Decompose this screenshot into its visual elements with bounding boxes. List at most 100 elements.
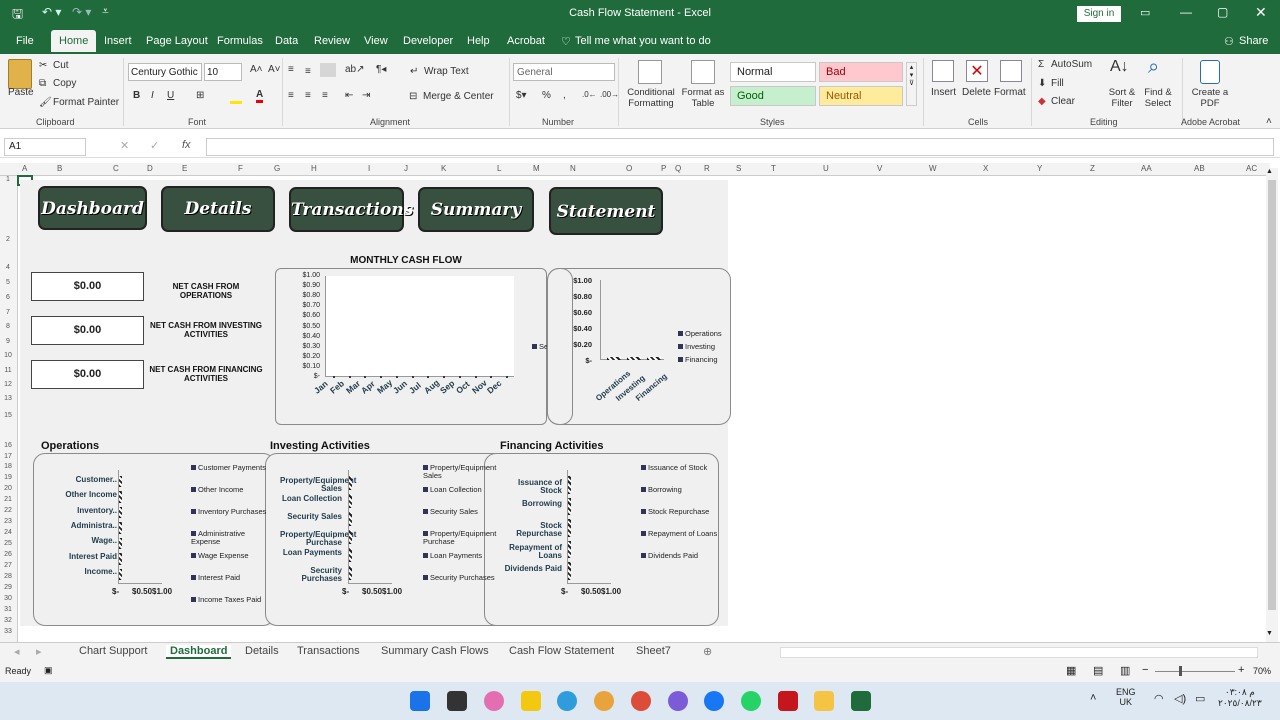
- function-icon[interactable]: fx: [182, 139, 191, 151]
- font-name-select[interactable]: Century Gothic: [128, 63, 202, 81]
- styles-scroll-icon[interactable]: ▴ ▾ ⊽: [906, 62, 917, 106]
- tab-sheet7[interactable]: Sheet7: [636, 645, 671, 657]
- find-select-button[interactable]: Find & Select: [1140, 87, 1176, 109]
- font-color-icon[interactable]: A: [256, 89, 264, 103]
- insert-cells-icon[interactable]: [932, 60, 954, 82]
- percent-icon[interactable]: %: [542, 90, 551, 101]
- menu-help[interactable]: Help: [467, 35, 490, 47]
- format-cells-button[interactable]: Format: [994, 87, 1026, 98]
- scroll-up-icon[interactable]: ▲: [1266, 168, 1273, 175]
- add-sheet-icon[interactable]: ⊕: [703, 645, 712, 658]
- col-header[interactable]: E: [182, 164, 187, 173]
- page-layout-view-icon[interactable]: ▤: [1093, 664, 1103, 677]
- sign-in-button[interactable]: Sign in: [1077, 6, 1121, 22]
- row-header[interactable]: 33: [0, 628, 16, 635]
- decrease-decimal-icon[interactable]: .00→: [600, 90, 619, 99]
- merge-center-button[interactable]: Merge & Center: [423, 91, 494, 102]
- facebook-icon[interactable]: [704, 691, 724, 711]
- edge-icon[interactable]: [557, 691, 577, 711]
- row-header[interactable]: 19: [0, 474, 16, 481]
- increase-decimal-icon[interactable]: .0←: [582, 90, 597, 99]
- firefox-icon[interactable]: [594, 691, 614, 711]
- find-icon[interactable]: ⌕: [1148, 56, 1159, 79]
- decrease-indent-icon[interactable]: ⇤: [345, 90, 353, 101]
- row-header[interactable]: 1: [0, 176, 16, 183]
- tab-summary-cash-flows[interactable]: Summary Cash Flows: [381, 645, 489, 657]
- tab-dashboard[interactable]: Dashboard: [166, 645, 232, 659]
- col-header[interactable]: X: [983, 164, 988, 173]
- fill-button[interactable]: Fill: [1051, 78, 1064, 89]
- tray-chevron-icon[interactable]: ˄: [1090, 692, 1096, 704]
- row-header[interactable]: 11: [0, 367, 16, 374]
- row-header[interactable]: 2: [0, 236, 16, 243]
- delete-cells-button[interactable]: Delete: [962, 87, 991, 98]
- row-header[interactable]: 12: [0, 381, 16, 388]
- scissors-icon[interactable]: ✂: [39, 60, 47, 71]
- col-header[interactable]: I: [368, 164, 370, 173]
- align-center-icon[interactable]: ≡: [305, 90, 311, 101]
- tab-cash-flow-statement[interactable]: Cash Flow Statement: [509, 645, 614, 657]
- orientation-icon[interactable]: ab↗: [345, 64, 365, 75]
- chrome-icon[interactable]: [631, 691, 651, 711]
- row-header[interactable]: 29: [0, 584, 16, 591]
- col-header[interactable]: AB: [1194, 164, 1205, 173]
- comma-icon[interactable]: ,: [563, 90, 566, 101]
- align-left-icon[interactable]: ≡: [288, 90, 294, 101]
- fill-down-icon[interactable]: ⬇: [1038, 78, 1046, 89]
- enter-icon[interactable]: ✓: [150, 139, 159, 152]
- bold-icon[interactable]: B: [133, 90, 140, 101]
- menu-page-layout[interactable]: Page Layout: [146, 35, 208, 47]
- conditional-formatting-button[interactable]: Conditional Formatting: [622, 87, 680, 109]
- menu-formulas[interactable]: Formulas: [217, 35, 263, 47]
- align-right-icon[interactable]: ≡: [322, 90, 328, 101]
- tab-next-icon[interactable]: ▸: [36, 645, 42, 658]
- rtl-icon[interactable]: ¶◂: [376, 64, 386, 75]
- language-indicator[interactable]: ENG UK: [1116, 687, 1136, 707]
- zoom-slider[interactable]: [1155, 671, 1235, 672]
- borders-icon[interactable]: ⊞: [196, 90, 204, 101]
- menu-view[interactable]: View: [364, 35, 388, 47]
- conditional-formatting-icon[interactable]: [638, 60, 662, 84]
- nav-summary-button[interactable]: Summary: [418, 187, 534, 232]
- row-header[interactable]: 13: [0, 395, 16, 402]
- zoom-thumb[interactable]: [1179, 666, 1182, 676]
- col-header[interactable]: C: [113, 164, 119, 173]
- shrink-font-icon[interactable]: A˅: [268, 64, 281, 75]
- clock[interactable]: م ٠٣:٠٨ ٢٠٢٥/٠٨/٢٣: [1218, 687, 1262, 709]
- format-as-table-button[interactable]: Format as Table: [680, 87, 726, 109]
- col-header[interactable]: O: [626, 164, 632, 173]
- row-header[interactable]: 25: [0, 540, 16, 547]
- sigma-icon[interactable]: Σ: [1038, 59, 1044, 70]
- format-table-icon[interactable]: [691, 60, 715, 84]
- nav-transactions-button[interactable]: Transactions: [289, 187, 413, 232]
- row-header[interactable]: 24: [0, 529, 16, 536]
- col-header[interactable]: G: [274, 164, 280, 173]
- col-header[interactable]: Q: [675, 164, 681, 173]
- col-header[interactable]: H: [311, 164, 317, 173]
- row-header[interactable]: 31: [0, 606, 16, 613]
- zoom-level[interactable]: 70%: [1253, 666, 1271, 676]
- app-icon[interactable]: [668, 691, 688, 711]
- menu-review[interactable]: Review: [314, 35, 350, 47]
- format-painter-button[interactable]: Format Painter: [53, 97, 119, 108]
- copy-icon[interactable]: ⧉: [39, 78, 46, 89]
- col-header[interactable]: D: [147, 164, 153, 173]
- share-button[interactable]: Share: [1239, 35, 1268, 47]
- volume-icon[interactable]: ◁): [1174, 692, 1186, 705]
- excel-icon[interactable]: [851, 691, 871, 711]
- align-middle-icon[interactable]: ≡: [305, 66, 311, 77]
- col-header[interactable]: K: [441, 164, 446, 173]
- name-box[interactable]: A1: [4, 138, 86, 156]
- style-neutral[interactable]: Neutral: [819, 86, 903, 106]
- file-explorer-icon[interactable]: [814, 691, 834, 711]
- close-icon[interactable]: ✕: [1255, 4, 1267, 21]
- col-header[interactable]: R: [704, 164, 710, 173]
- col-header[interactable]: AC: [1246, 164, 1257, 173]
- menu-home[interactable]: Home: [51, 30, 97, 54]
- tab-chart-support[interactable]: Chart Support: [79, 645, 147, 657]
- minimize-icon[interactable]: —: [1180, 5, 1192, 19]
- cut-button[interactable]: Cut: [53, 60, 69, 71]
- macro-record-icon[interactable]: ▣: [44, 665, 53, 676]
- col-header[interactable]: B: [57, 164, 62, 173]
- col-header[interactable]: J: [404, 164, 408, 173]
